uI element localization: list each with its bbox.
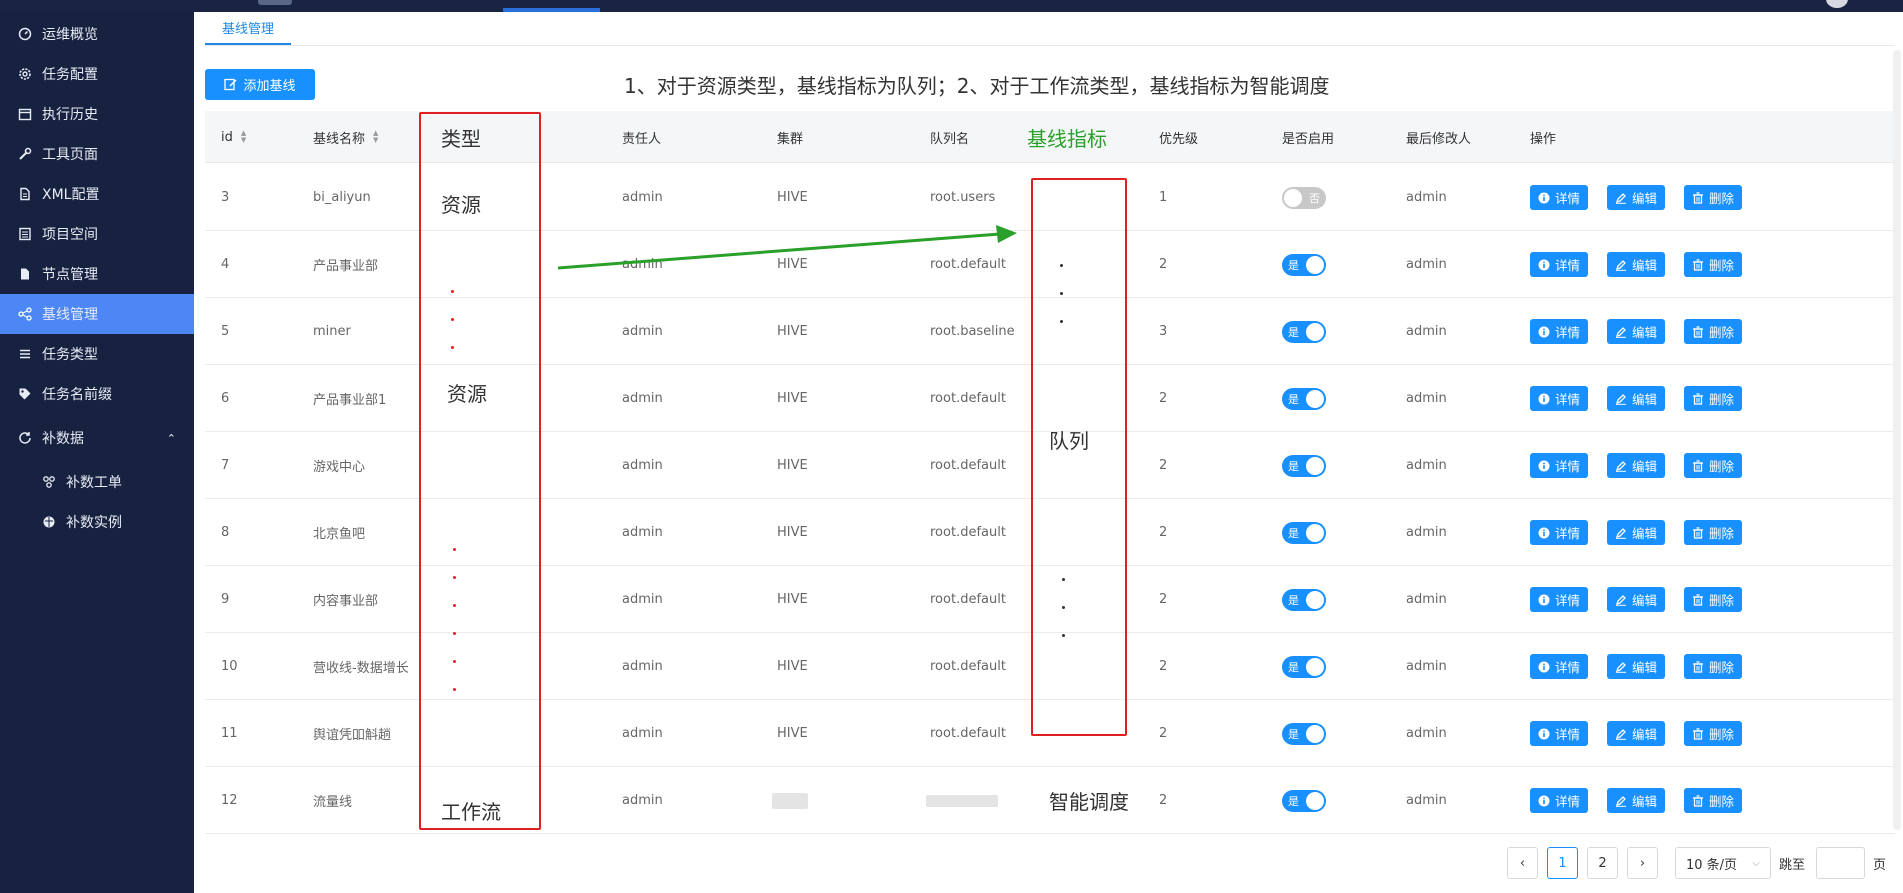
annotation-dot	[1060, 320, 1063, 323]
annotation-dot	[1060, 264, 1063, 267]
jump-label: 跳至	[1779, 857, 1806, 873]
annotation-arrow	[557, 225, 1017, 270]
annotation-dot	[453, 632, 456, 635]
annotation-dot	[453, 604, 456, 607]
pagination-next-button[interactable]: ›	[1627, 847, 1658, 879]
annotation-dot	[1062, 634, 1065, 637]
page-size-value: 10 条/页	[1686, 857, 1738, 873]
annotation-dot	[1062, 606, 1065, 609]
scrollbar[interactable]	[1893, 50, 1901, 830]
annotation-dot	[451, 290, 454, 293]
pagination-page-1[interactable]: 1	[1547, 847, 1578, 879]
annotation-dot	[453, 576, 456, 579]
page-size-select[interactable]: 10 条/页 ⌵	[1675, 847, 1771, 879]
page-suffix: 页	[1873, 857, 1887, 873]
pagination-page-2[interactable]: 2	[1587, 847, 1618, 879]
annotation-dot	[1060, 292, 1063, 295]
annotation-dot	[453, 548, 456, 551]
annotation-dot	[453, 688, 456, 691]
jump-page-input[interactable]	[1816, 847, 1865, 879]
chevron-down-icon: ⌵	[1752, 857, 1760, 869]
annotation-dot	[451, 346, 454, 349]
annotation-dot	[451, 318, 454, 321]
annotation-dot	[1062, 578, 1065, 581]
annotation-dot	[453, 660, 456, 663]
pagination-prev-button[interactable]: ‹	[1507, 847, 1538, 879]
